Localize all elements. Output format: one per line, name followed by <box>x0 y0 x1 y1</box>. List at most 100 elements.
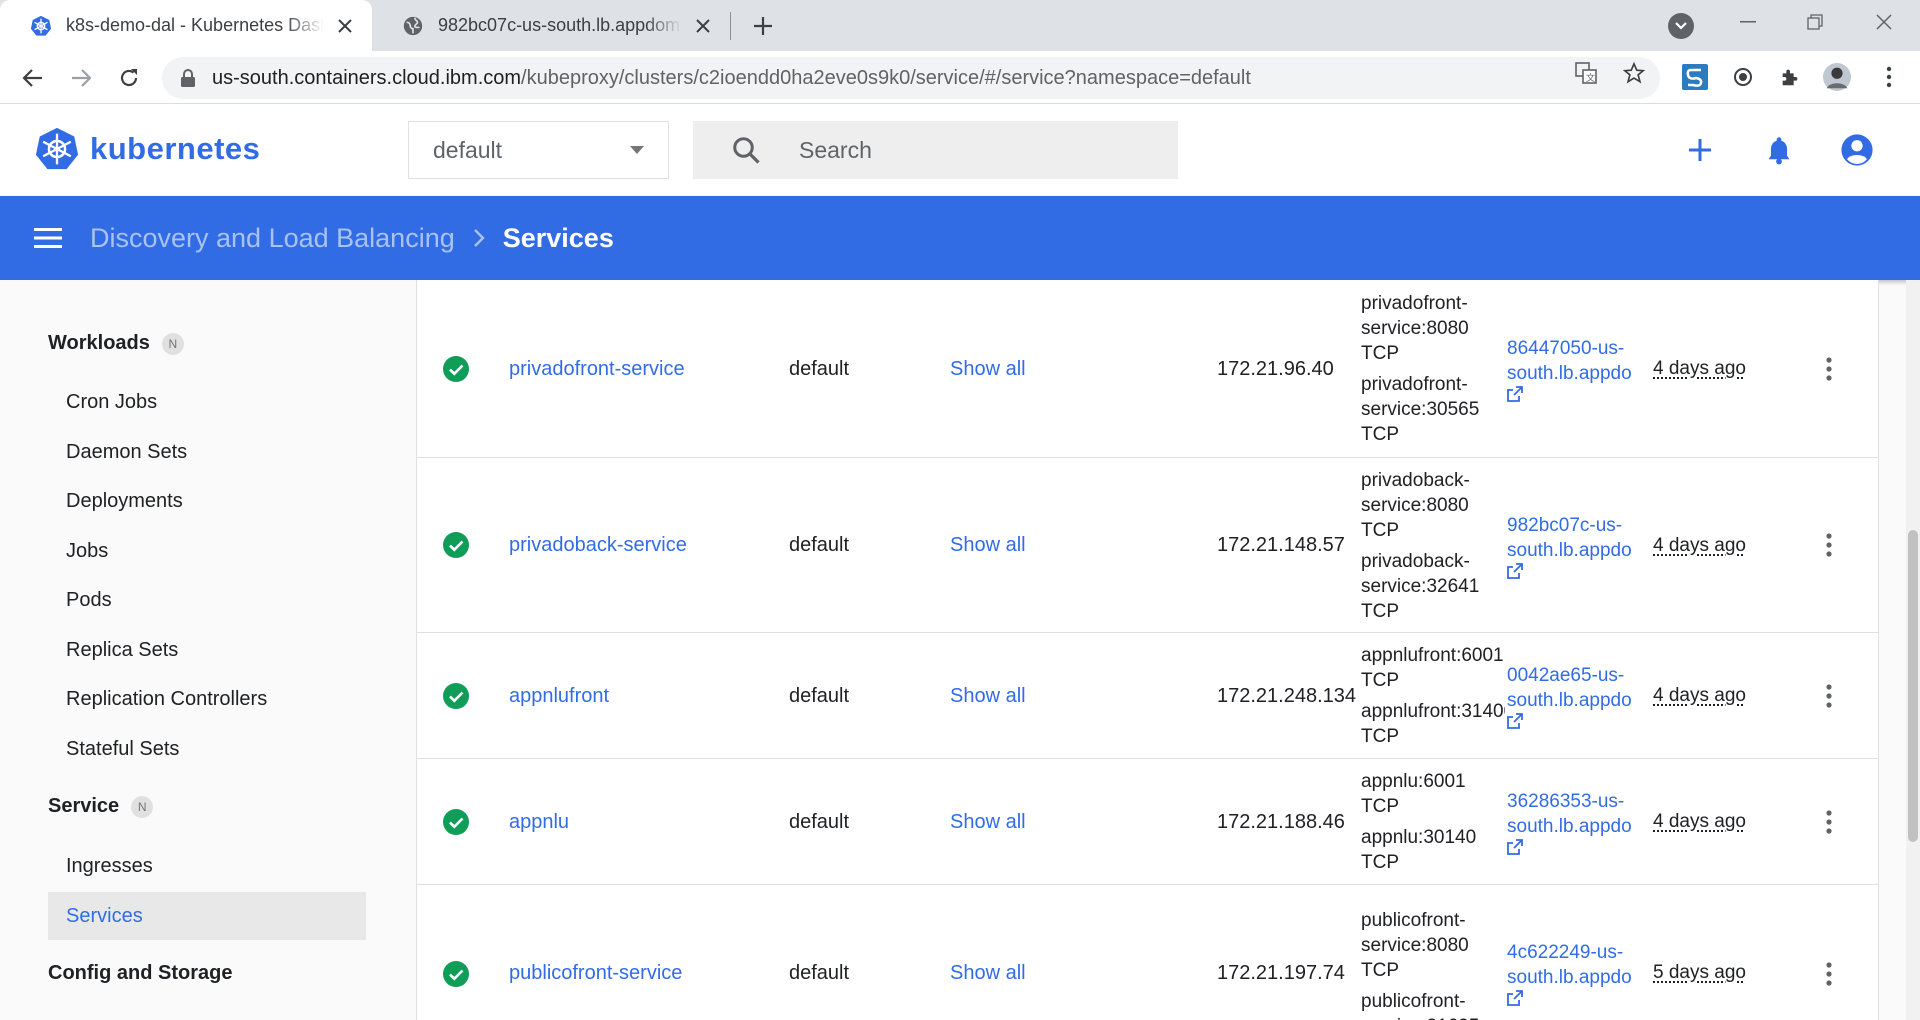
close-tab-icon[interactable] <box>334 15 356 37</box>
internal-endpoints-cell: appnlufront:6001 TCP appnlufront:31400 T… <box>1361 633 1505 759</box>
account-icon[interactable] <box>1839 132 1875 168</box>
sidebar-item-label: Cron Jobs <box>66 390 158 413</box>
table-row: publicofront-service default Show all 17… <box>417 885 1879 1020</box>
tab-search-icon[interactable] <box>1668 13 1694 39</box>
url-path: /kubeproxy/clusters/c2ioendd0ha2eve0s9k0… <box>521 66 1251 89</box>
lock-icon[interactable] <box>180 69 196 87</box>
table-row: appnlu default Show all 172.21.188.46 ap… <box>417 759 1879 885</box>
namespace-cell: default <box>789 534 850 556</box>
sidebar-item-cron-jobs[interactable]: Cron Jobs <box>48 378 366 426</box>
more-vert-icon[interactable] <box>1817 354 1841 384</box>
more-vert-icon[interactable] <box>1817 959 1841 989</box>
cluster-ip-cell: 172.21.188.46 <box>1217 810 1345 833</box>
show-all-labels-link[interactable]: Show all <box>950 633 1026 759</box>
create-plus-icon[interactable] <box>1682 132 1718 168</box>
menu-icon[interactable] <box>30 220 66 256</box>
star-bookmark-icon[interactable] <box>1621 60 1647 86</box>
table-row: privadoback-service default Show all 172… <box>417 458 1879 633</box>
browser-tab-active[interactable]: k8s-demo-dal - Kubernetes Dashboard <box>0 0 372 51</box>
services-table: privadofront-service default Show all 17… <box>416 280 1879 1020</box>
sidebar-item-daemon-sets[interactable]: Daemon Sets <box>48 428 366 476</box>
breadcrumb-parent-link[interactable]: Discovery and Load Balancing <box>90 223 455 254</box>
sidebar-item-deployments[interactable]: Deployments <box>48 477 366 525</box>
namespace-select[interactable]: default <box>408 121 669 179</box>
internal-endpoints-cell: privadofront- service:8080 TCP privadofr… <box>1361 280 1505 458</box>
external-endpoint-link[interactable]: 36286353-us- south.lb.appdo <box>1507 759 1657 885</box>
sidebar-item-label: Ingresses <box>66 854 153 877</box>
service-name-link[interactable]: appnlu <box>509 759 569 885</box>
address-bar[interactable]: us-south.containers.cloud.ibm.com/kubepr… <box>162 57 1660 99</box>
browser-tab-strip: k8s-demo-dal - Kubernetes Dashboard 982b… <box>0 0 1920 51</box>
close-tab-icon[interactable] <box>692 15 714 37</box>
back-arrow-icon[interactable] <box>16 61 50 95</box>
created-age: 4 days ago <box>1653 358 1746 379</box>
new-tab-plus-icon[interactable] <box>748 12 778 40</box>
bell-icon[interactable] <box>1761 132 1797 168</box>
sidebar-item-label: Deployments <box>66 489 183 512</box>
browser-tab[interactable]: 982bc07c-us-south.lb.appdomain.cloud <box>372 0 730 51</box>
namespace-cell: default <box>789 684 850 707</box>
sidebar-item-jobs[interactable]: Jobs <box>48 527 366 575</box>
external-endpoint-link[interactable]: 982bc07c-us- south.lb.appdo <box>1507 458 1657 633</box>
show-all-labels-link[interactable]: Show all <box>950 759 1026 885</box>
show-all-labels-link[interactable]: Show all <box>950 885 1026 1020</box>
table-row: privadofront-service default Show all 17… <box>417 280 1879 458</box>
sidebar-item-replication-controllers[interactable]: Replication Controllers <box>48 675 366 723</box>
puzzle-extensions-icon[interactable] <box>1776 63 1804 91</box>
service-name-link[interactable]: appnlufront <box>509 633 609 759</box>
profile-avatar[interactable] <box>1823 63 1851 91</box>
nav-category-service[interactable]: Service N <box>48 795 154 818</box>
search-bar[interactable] <box>693 121 1178 179</box>
close-window-icon[interactable] <box>1866 8 1902 36</box>
external-endpoint-link[interactable]: 4c622249-us- south.lb.appdo <box>1507 885 1657 1020</box>
service-name-link[interactable]: privadofront-service <box>509 280 685 458</box>
show-all-labels-link[interactable]: Show all <box>950 458 1026 633</box>
show-all-labels-link[interactable]: Show all <box>950 280 1026 458</box>
namespace-cell: default <box>789 357 850 380</box>
external-endpoint-text: 86447050-us- south.lb.appdo <box>1507 338 1632 384</box>
sidebar-item-services[interactable]: Services <box>48 892 366 940</box>
page-scrollbar-thumb[interactable] <box>1908 530 1918 842</box>
nav-category-workloads[interactable]: Workloads N <box>48 332 184 355</box>
browser-toolbar: us-south.containers.cloud.ibm.com/kubepr… <box>0 51 1920 104</box>
service-name-link[interactable]: privadoback-service <box>509 458 687 633</box>
breadcrumb-bar: Discovery and Load Balancing Services <box>0 196 1920 280</box>
reload-icon[interactable] <box>112 61 146 95</box>
namespaced-badge: N <box>131 795 154 818</box>
created-age: 5 days ago <box>1653 962 1746 983</box>
kubernetes-logo-icon <box>35 127 79 170</box>
minimize-icon[interactable] <box>1730 8 1766 36</box>
kubernetes-logo[interactable]: kubernetes <box>34 126 260 172</box>
more-vert-icon[interactable] <box>1817 807 1841 837</box>
sidebar-item-pods[interactable]: Pods <box>48 576 366 624</box>
url-text[interactable]: us-south.containers.cloud.ibm.com/kubepr… <box>212 67 1251 90</box>
extension-s-icon[interactable] <box>1681 63 1709 91</box>
more-vert-icon[interactable] <box>1817 530 1841 560</box>
more-vert-icon[interactable] <box>1817 681 1841 711</box>
restore-icon[interactable] <box>1797 8 1833 36</box>
external-endpoint-link[interactable]: 0042ae65-us- south.lb.appdo <box>1507 633 1657 759</box>
record-extension-icon[interactable] <box>1729 63 1757 91</box>
kebab-menu-icon[interactable] <box>1875 63 1903 91</box>
check-circle-icon <box>443 809 469 835</box>
forward-arrow-icon[interactable] <box>64 61 98 95</box>
translate-icon[interactable]: 文 <box>1573 60 1599 86</box>
app-header: kubernetes default <box>0 104 1920 196</box>
sidebar-item-replica-sets[interactable]: Replica Sets <box>48 626 366 674</box>
sidebar-item-label: Services <box>66 904 143 927</box>
search-input[interactable] <box>799 136 1139 164</box>
external-endpoint-text: 36286353-us- south.lb.appdo <box>1507 791 1632 837</box>
service-name-link[interactable]: publicofront-service <box>509 885 682 1020</box>
internal-endpoints-cell: appnlu:6001 TCP appnlu:30140 TCP <box>1361 759 1505 885</box>
nav-category-config-and-storage[interactable]: Config and Storage <box>48 962 232 985</box>
globe-icon <box>403 16 423 35</box>
namespace-cell: default <box>789 961 850 984</box>
tab-title: 982bc07c-us-south.lb.appdomain.cloud <box>438 15 682 35</box>
sidebar-item-ingresses[interactable]: Ingresses <box>48 842 366 890</box>
chevron-right-icon <box>473 226 489 250</box>
sidebar-item-stateful-sets[interactable]: Stateful Sets <box>48 725 366 773</box>
nav-category-label: Config and Storage <box>48 962 233 984</box>
namespace-cell: default <box>789 810 850 833</box>
external-endpoint-link[interactable]: 86447050-us- south.lb.appdo <box>1507 280 1657 458</box>
cluster-ip-cell: 172.21.96.40 <box>1217 357 1334 380</box>
